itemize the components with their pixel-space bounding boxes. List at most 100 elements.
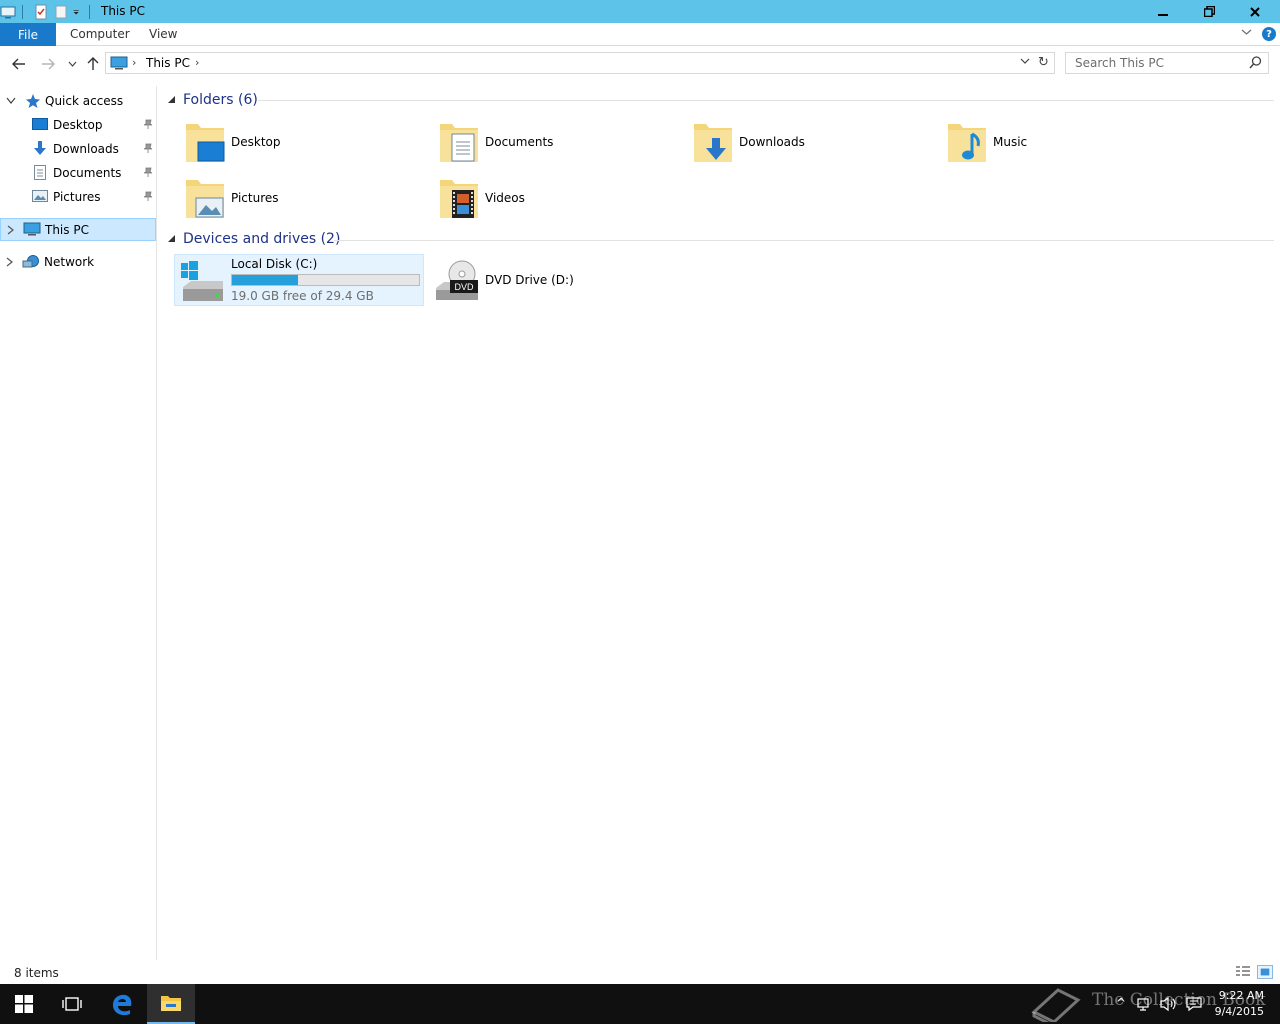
this-pc-icon (110, 56, 128, 70)
folder-label: Documents (485, 135, 554, 149)
devices-group-header[interactable]: Devices and drives (2) (168, 229, 340, 249)
chevron-right-icon[interactable] (7, 225, 14, 235)
file-tab[interactable]: File (0, 23, 56, 46)
content-pane: Folders (6) Desktop Documents Downloads (158, 86, 1280, 960)
tab-computer[interactable]: Computer (70, 27, 130, 41)
folder-tile-downloads[interactable]: Downloads (692, 116, 932, 168)
system-clock[interactable]: 9:22 AM 9/4/2015 (1212, 988, 1264, 1020)
details-view-icon[interactable] (1235, 965, 1251, 979)
network-tray-icon[interactable] (1137, 996, 1153, 1012)
status-bar: 8 items (0, 960, 1280, 984)
pin-icon[interactable] (143, 119, 153, 129)
downloads-icon (34, 141, 46, 155)
book-logo-icon (1031, 988, 1081, 1022)
pictures-icon (32, 190, 48, 202)
tab-view[interactable]: View (149, 27, 177, 41)
breadcrumb[interactable]: This PC (146, 56, 190, 70)
sidebar-item-label: Desktop (53, 118, 103, 132)
collapse-triangle-icon[interactable] (168, 235, 176, 243)
folder-tile-pictures[interactable]: Pictures (184, 172, 424, 224)
breadcrumb-separator-icon[interactable]: › (195, 56, 199, 69)
forward-arrow-icon (42, 58, 55, 70)
folder-label: Downloads (739, 135, 805, 149)
close-button[interactable] (1232, 0, 1278, 23)
large-icons-view-icon[interactable] (1257, 965, 1273, 979)
sidebar-item-quick-access[interactable]: Quick access (0, 90, 157, 112)
restore-icon (1203, 6, 1215, 17)
edge-browser-button[interactable] (98, 984, 146, 1024)
refresh-icon[interactable]: ↻ (1038, 55, 1049, 70)
sidebar-item-this-pc[interactable]: This PC (0, 218, 156, 241)
chevron-right-icon[interactable] (6, 257, 13, 267)
minimize-button[interactable] (1140, 0, 1186, 23)
computer-app-icon[interactable] (0, 4, 16, 20)
action-center-icon[interactable] (1186, 996, 1202, 1012)
dvd-drive-icon: DVD (436, 260, 478, 300)
pin-icon[interactable] (143, 143, 153, 153)
volume-icon[interactable] (1160, 996, 1178, 1012)
pin-icon[interactable] (143, 167, 153, 177)
collapse-triangle-icon[interactable] (168, 96, 176, 104)
restore-button[interactable] (1186, 0, 1232, 23)
search-placeholder: Search This PC (1075, 56, 1164, 70)
drive-tile-dvd[interactable]: DVD DVD Drive (D:) (434, 254, 674, 306)
title-bar: This PC (0, 0, 1280, 23)
file-explorer-taskbar-button[interactable] (147, 984, 195, 1024)
properties-icon[interactable] (33, 4, 49, 20)
sidebar-item-label: Documents (53, 166, 122, 180)
expand-ribbon-icon[interactable] (1241, 28, 1252, 36)
up-arrow-icon (87, 57, 99, 70)
customize-toolbar-icon[interactable] (73, 4, 83, 20)
forward-button[interactable] (39, 55, 57, 73)
star-icon (26, 94, 40, 108)
sidebar-item-desktop[interactable]: Desktop (0, 114, 157, 136)
chevron-down-icon (68, 61, 76, 67)
sidebar-item-label: Quick access (45, 94, 124, 108)
folder-tile-desktop[interactable]: Desktop (184, 116, 424, 168)
close-icon (1250, 6, 1260, 17)
breadcrumb-separator-icon[interactable]: › (132, 56, 136, 69)
search-icon[interactable] (1249, 56, 1262, 69)
folder-label: Pictures (231, 191, 279, 205)
sidebar-item-label: Network (44, 255, 95, 269)
folder-tile-documents[interactable]: Documents (438, 116, 678, 168)
drive-tile-local-disk[interactable]: Local Disk (C:) 19.0 GB free of 29.4 GB (174, 254, 424, 306)
folder-tile-videos[interactable]: Videos (438, 172, 678, 224)
taskbar: The Collection Book ^ 9:22 AM 9/4/2015 (0, 984, 1280, 1024)
folder-tile-music[interactable]: Music (946, 116, 1186, 168)
up-button[interactable] (84, 55, 102, 73)
group-divider (258, 100, 1274, 101)
back-button[interactable] (10, 55, 28, 73)
folders-group-header[interactable]: Folders (6) (168, 90, 258, 110)
documents-folder-icon (440, 124, 478, 162)
address-bar[interactable]: › This PC › ↻ (105, 52, 1055, 74)
folder-label: Desktop (231, 135, 281, 149)
group-title: Devices and drives (2) (183, 231, 341, 247)
edge-icon (113, 994, 132, 1016)
group-divider (334, 240, 1274, 241)
window-title: This PC (101, 4, 145, 18)
folder-label: Videos (485, 191, 525, 205)
drive-label: DVD Drive (D:) (485, 273, 574, 287)
sidebar-item-downloads[interactable]: Downloads (0, 138, 157, 160)
address-dropdown-icon[interactable] (1020, 57, 1030, 65)
task-view-button[interactable] (48, 984, 96, 1024)
sidebar-item-documents[interactable]: Documents (0, 162, 157, 184)
sidebar-item-network[interactable]: Network (0, 251, 157, 273)
clock-date: 9/4/2015 (1214, 1005, 1264, 1018)
new-folder-icon[interactable] (53, 4, 69, 20)
help-icon[interactable]: ? (1262, 27, 1276, 41)
documents-icon (34, 165, 46, 180)
show-hidden-icons-icon[interactable]: ^ (1116, 996, 1126, 1010)
quick-access-toolbar (0, 0, 96, 23)
desktop-icon (32, 118, 48, 130)
search-input[interactable]: Search This PC (1065, 52, 1269, 74)
recent-locations-button[interactable] (63, 55, 81, 73)
sidebar-item-pictures[interactable]: Pictures (0, 186, 157, 208)
dvd-badge: DVD (454, 282, 474, 292)
chevron-down-icon[interactable] (6, 97, 16, 104)
pin-icon[interactable] (143, 191, 153, 201)
music-folder-icon (948, 124, 986, 162)
folder-label: Music (993, 135, 1028, 149)
start-button[interactable] (0, 984, 48, 1024)
